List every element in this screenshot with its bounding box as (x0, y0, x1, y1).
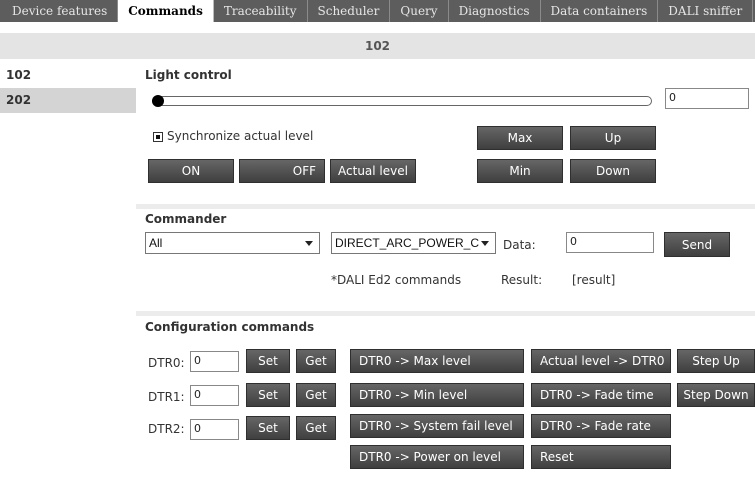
result-value: [result] (572, 273, 616, 287)
sync-level-label: Synchronize actual level (167, 129, 314, 143)
chevron-down-icon (481, 241, 489, 246)
data-input[interactable]: 0 (566, 232, 654, 253)
dtr0-to-fade-rate-button[interactable]: DTR0 -> Fade rate (531, 414, 671, 438)
device-header: 102 (0, 33, 755, 59)
down-button[interactable]: Down (570, 159, 656, 183)
configuration-title: Configuration commands (145, 320, 315, 334)
commander-title: Commander (145, 212, 227, 226)
address-select-value: All (149, 236, 163, 250)
data-label: Data: (503, 238, 536, 252)
dtr0-label: DTR0: (148, 356, 185, 370)
tab-commands[interactable]: Commands (118, 0, 214, 22)
max-button[interactable]: Max (477, 126, 563, 150)
level-slider-track[interactable] (152, 96, 652, 106)
dtr0-to-power-on-level-button[interactable]: DTR0 -> Power on level (350, 445, 524, 469)
tab-query[interactable]: Query (390, 0, 449, 22)
step-down-button[interactable]: Step Down (677, 383, 755, 407)
dtr2-input[interactable]: 0 (190, 419, 239, 440)
tab-traceability[interactable]: Traceability (214, 0, 308, 22)
step-up-button[interactable]: Step Up (677, 349, 755, 373)
on-button[interactable]: ON (148, 159, 234, 183)
dtr0-to-min-level-button[interactable]: DTR0 -> Min level (350, 383, 524, 407)
dtr2-set-button[interactable]: Set (246, 416, 290, 440)
min-button[interactable]: Min (477, 159, 563, 183)
up-button[interactable]: Up (570, 126, 656, 150)
dtr0-get-button[interactable]: Get (296, 349, 336, 373)
level-slider-handle[interactable] (152, 95, 164, 107)
tab-device-features[interactable]: Device features (2, 0, 119, 22)
dali-ed2-note: *DALI Ed2 commands (331, 273, 462, 287)
tab-data-containers[interactable]: Data containers (541, 0, 659, 22)
send-button[interactable]: Send (664, 232, 730, 257)
light-control-title: Light control (145, 68, 232, 82)
tab-diagnostics[interactable]: Diagnostics (449, 0, 541, 22)
dtr0-set-button[interactable]: Set (246, 349, 290, 373)
dtr2-label: DTR2: (148, 422, 185, 436)
command-select-value: DIRECT_ARC_POWER_C (335, 236, 480, 250)
dtr1-label: DTR1: (148, 390, 185, 404)
device-list: 102 202 (0, 63, 136, 113)
command-select[interactable]: DIRECT_ARC_POWER_C (331, 232, 496, 254)
level-input[interactable]: 0 (665, 88, 749, 109)
dtr0-to-system-fail-level-button[interactable]: DTR0 -> System fail level (350, 414, 524, 438)
off-button[interactable]: OFF (239, 159, 325, 183)
tab-dali-sniffer[interactable]: DALI sniffer (658, 0, 754, 22)
reset-button[interactable]: Reset (531, 445, 671, 469)
sync-level-checkbox[interactable] (153, 132, 163, 142)
section-divider (136, 311, 755, 316)
chevron-down-icon (305, 241, 313, 246)
dtr2-get-button[interactable]: Get (296, 416, 336, 440)
actual-level-to-dtr0-button[interactable]: Actual level -> DTR0 (531, 349, 671, 373)
device-item-102[interactable]: 102 (0, 63, 136, 88)
result-label: Result: (501, 273, 543, 287)
dtr0-input[interactable]: 0 (190, 351, 239, 372)
actual-level-button[interactable]: Actual level (330, 159, 416, 183)
dtr1-get-button[interactable]: Get (296, 383, 336, 407)
dtr1-input[interactable]: 0 (190, 385, 239, 406)
tab-scheduler[interactable]: Scheduler (308, 0, 391, 22)
device-item-202[interactable]: 202 (0, 88, 136, 113)
dtr0-to-max-level-button[interactable]: DTR0 -> Max level (350, 349, 524, 373)
dtr1-set-button[interactable]: Set (246, 383, 290, 407)
dtr0-to-fade-time-button[interactable]: DTR0 -> Fade time (531, 383, 671, 407)
section-divider (136, 204, 755, 209)
address-select[interactable]: All (145, 232, 320, 254)
top-tab-bar: Device features Commands Traceability Sc… (0, 0, 755, 22)
